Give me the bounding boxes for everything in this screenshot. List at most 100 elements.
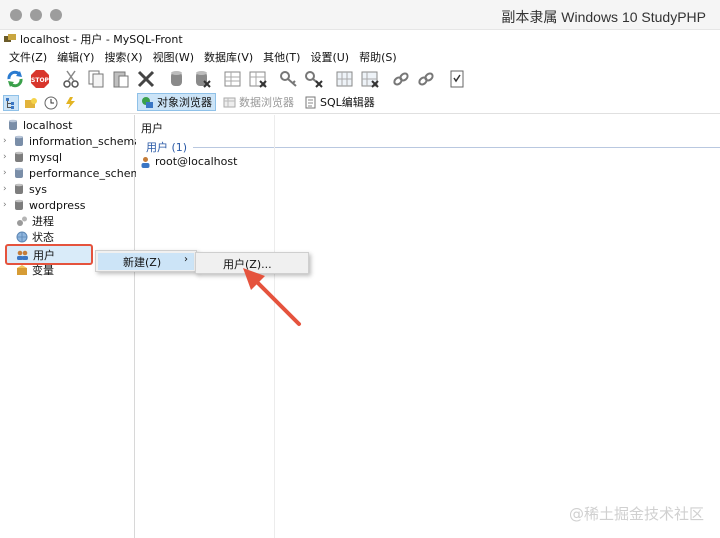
create-foreign-key-button[interactable] (390, 68, 412, 90)
delete-icon (137, 70, 155, 87)
menu-edit[interactable]: 编辑(Y) (52, 49, 99, 65)
expand-chevron-icon[interactable]: › (3, 168, 13, 178)
menu-file[interactable]: 文件(Z) (4, 49, 52, 65)
tab-sql-editor[interactable]: SQL编辑器 (301, 93, 378, 111)
menu-search[interactable]: 搜索(X) (99, 49, 147, 65)
app-titlebar: localhost - 用户 - MySQL-Front (0, 30, 720, 48)
object-tree: localhost › information_schema › mysql ›… (0, 115, 148, 538)
box-icon (17, 265, 27, 275)
context-menu: 新建(Z) › (95, 250, 197, 272)
lightning-icon (66, 96, 75, 109)
drop-field-button[interactable] (359, 68, 381, 90)
menubar: 文件(Z) 编辑(Y) 搜索(X) 视图(W) 数据库(V) 其他(T) 设置(… (0, 48, 720, 65)
tab-object-browser-label: 对象浏览器 (157, 96, 212, 109)
database-icon (15, 199, 23, 210)
expand-chevron-icon[interactable]: › (3, 184, 13, 194)
clock-icon (44, 96, 58, 109)
group-divider (193, 146, 720, 148)
context-menu-new-label: 新建(Z) (123, 255, 162, 269)
tree-item-label: 用户 (33, 248, 55, 262)
tree-item-label: localhost (23, 118, 73, 132)
drop-key-button[interactable] (303, 68, 325, 90)
tree-item-status[interactable]: 状态 (16, 229, 54, 245)
create-database-button[interactable] (166, 68, 188, 90)
tree-item-label: mysql (29, 150, 62, 164)
globe-status-icon (16, 231, 28, 243)
menu-settings[interactable]: 设置(U) (305, 49, 354, 65)
expand-chevron-icon[interactable]: › (3, 136, 13, 146)
object-browser-icon (142, 96, 153, 108)
mysql-front-icon (4, 34, 16, 42)
stop-button[interactable]: STOP (29, 68, 51, 90)
zoom-window-button[interactable] (50, 8, 62, 21)
tree-view-toggle[interactable] (3, 94, 19, 111)
copy-button[interactable] (85, 68, 107, 90)
drop-table-button[interactable] (247, 68, 269, 90)
key-icon (280, 70, 297, 87)
object-list-panel: 用户 用户 (1) root@localhost (136, 115, 720, 538)
favorites-button[interactable] (23, 95, 39, 111)
group-label: 用户 (1) (146, 141, 188, 154)
tree-item-processes[interactable]: 进程 (16, 213, 54, 229)
app-title: localhost - 用户 - MySQL-Front (20, 33, 183, 46)
checklist-icon (450, 70, 464, 87)
paste-icon (113, 71, 129, 87)
list-item-label: root@localhost (155, 155, 238, 168)
sql-editor-icon (305, 96, 316, 108)
database-icon (171, 70, 182, 86)
cut-icon (63, 70, 79, 88)
close-window-button[interactable] (10, 8, 22, 21)
tab-data-browser[interactable]: 数据浏览器 (220, 93, 297, 111)
create-field-button[interactable] (334, 68, 356, 90)
tree-item-label: 状态 (32, 231, 54, 244)
database-delete-icon (196, 70, 211, 88)
data-browser-icon (223, 97, 236, 107)
system-database-icon (15, 167, 23, 178)
tree-item-sys[interactable]: › sys (3, 181, 47, 197)
drop-database-button[interactable] (191, 68, 213, 90)
context-menu-new[interactable]: 新建(Z) › (98, 253, 194, 270)
tab-object-browser[interactable]: 对象浏览器 (137, 93, 216, 111)
database-icon (15, 151, 23, 162)
tree-item-label: 进程 (32, 215, 54, 228)
grid-icon (336, 71, 353, 86)
cut-button[interactable] (60, 68, 82, 90)
tree-item-variables[interactable]: 变量 (16, 262, 54, 278)
delete-button[interactable] (135, 68, 157, 90)
refresh-button[interactable] (4, 68, 26, 90)
menu-help[interactable]: 帮助(S) (354, 49, 402, 65)
create-key-button[interactable] (278, 68, 300, 90)
menu-database[interactable]: 数据库(V) (199, 49, 258, 65)
create-table-button[interactable] (222, 68, 244, 90)
tree-item-information-schema[interactable]: › information_schema (3, 133, 141, 149)
grid-delete-icon (361, 71, 379, 88)
mac-window-title: 副本隶属 Windows 10 StudyPHP (501, 9, 706, 25)
tree-item-localhost[interactable]: localhost (7, 117, 72, 133)
tree-item-label: 变量 (32, 264, 54, 277)
folder-star-icon (25, 97, 37, 108)
watermark: @稀土掘金技术社区 (568, 505, 704, 523)
history-button[interactable] (43, 95, 59, 111)
query-builder-button[interactable] (63, 95, 79, 111)
table-icon (224, 71, 241, 86)
group-header: 用户 (1) (146, 139, 720, 155)
view-tabs: 对象浏览器 数据浏览器 SQL编辑器 (137, 93, 378, 111)
submenu-arrow-icon: › (184, 254, 188, 265)
tree-item-wordpress[interactable]: › wordpress (3, 197, 86, 213)
paste-button[interactable] (110, 68, 132, 90)
expand-chevron-icon[interactable]: › (3, 200, 13, 210)
menu-view[interactable]: 视图(W) (148, 49, 199, 65)
tree-item-performance-schema[interactable]: › performance_schema (3, 165, 148, 181)
link-icon (393, 72, 409, 85)
list-item-user-root[interactable]: root@localhost (140, 155, 237, 168)
window-controls (0, 8, 62, 21)
properties-button[interactable] (446, 68, 468, 90)
minimize-window-button[interactable] (30, 8, 42, 21)
drop-foreign-key-button[interactable] (415, 68, 437, 90)
mac-titlebar: 副本隶属 Windows 10 StudyPHP (0, 0, 720, 30)
expand-chevron-icon[interactable]: › (3, 152, 13, 162)
tree-item-mysql[interactable]: › mysql (3, 149, 62, 165)
gears-icon (17, 216, 27, 226)
annotation-arrow-icon (243, 268, 301, 326)
menu-other[interactable]: 其他(T) (258, 49, 305, 65)
